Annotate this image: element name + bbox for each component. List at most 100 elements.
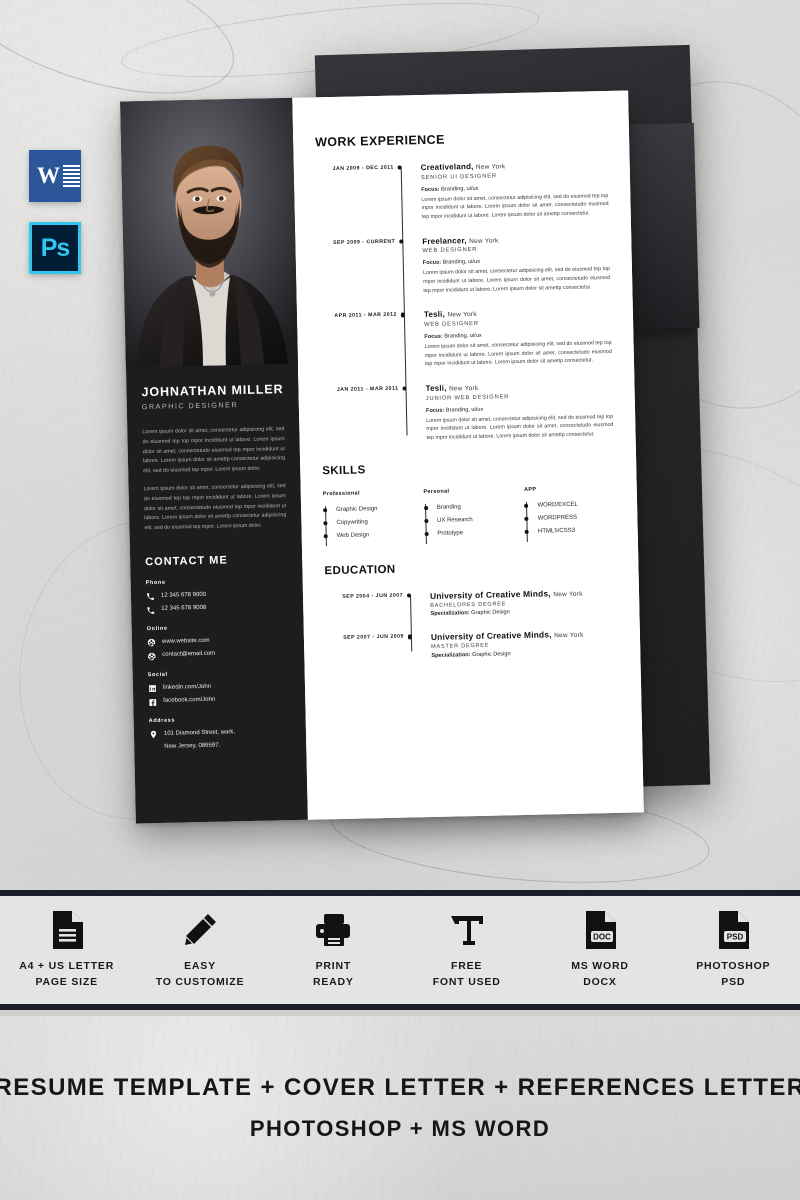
- work-position: WEB DESIGNER: [424, 320, 479, 328]
- work-org-name: Tesli,: [423, 309, 446, 320]
- focus-value: Branding, ui/ux: [442, 259, 481, 266]
- skill-dot: [524, 517, 529, 522]
- contact-group-social: Social linkedin.com/John facebook.com/Jo…: [148, 669, 291, 707]
- focus-label: Focus:: [424, 333, 443, 340]
- address-line-1: 101 Diamond Street, wark,: [163, 729, 236, 737]
- document-icon: [51, 910, 83, 950]
- contact-label: Online: [146, 625, 168, 633]
- focus-label: Focus:: [425, 407, 445, 414]
- work-date: JAN 2009 - DEC 2011: [332, 164, 394, 173]
- skill-label: HTML5/CSS3: [537, 528, 576, 535]
- education-degree: MASTER DEGREE: [431, 643, 490, 651]
- education-city: New York: [553, 590, 583, 599]
- work-position: JUNIOR WEB DESIGNER: [425, 393, 510, 402]
- skill-label: Prototype: [437, 530, 464, 538]
- profile-photo: [120, 97, 298, 368]
- skill-label: WORD/EXCEL: [537, 502, 578, 509]
- linkedin-icon: [149, 685, 156, 693]
- contact-title: CONTACT ME: [145, 554, 228, 569]
- work-focus: Focus: Branding, ui/ux: [421, 183, 608, 193]
- timeline-dot: [407, 634, 413, 639]
- work-body: Creativeland, New York SENIOR UI DESIGNE…: [421, 159, 609, 222]
- timeline-dot: [406, 593, 412, 598]
- skill-dot: [323, 521, 328, 526]
- address-row-2: New Jersey, 086597.: [149, 741, 291, 753]
- skill-label: Copywriting: [336, 519, 368, 527]
- contact-row[interactable]: www.website.com: [147, 635, 289, 648]
- skill-row: Prototype: [424, 526, 515, 541]
- contact-row[interactable]: linkedin.com/John: [148, 681, 290, 694]
- education-title: EDUCATION: [324, 563, 396, 578]
- skill-column: Personal Branding UX Research Prototype: [423, 487, 515, 541]
- ms-word-badge[interactable]: W: [29, 150, 81, 202]
- work-body: Tesli, New York WEB DESIGNER Focus: Bran…: [424, 306, 612, 369]
- focus-value: Branding, ui/ux: [444, 332, 482, 340]
- feature-text: EASY TO CUSTOMIZE: [155, 960, 245, 988]
- timeline-dot: [402, 386, 407, 391]
- sidebar-body: JOHNATHAN MILLER GRAPHIC DESIGNER Lorem …: [126, 364, 307, 764]
- resume-main: WORK EXPERIENCE JAN 2009 - DEC 2011 Crea…: [292, 90, 644, 820]
- contact-value: 12 345 678 9000: [160, 591, 207, 599]
- contact-row: 101 Diamond Street, wark,: [149, 727, 291, 740]
- work-org-name: Creativeland,: [420, 161, 474, 173]
- svg-text:PSD: PSD: [727, 933, 744, 942]
- work-date: APR 2011 - MAR 2012: [334, 312, 397, 320]
- feature-text: PRINT READY: [312, 960, 354, 988]
- feature-item: A4 + US LETTER PAGE SIZE: [0, 910, 133, 989]
- word-lines-icon: [63, 165, 80, 187]
- work-item: JAN 2011 - MAR 2011 Tesli, New York JUNI…: [320, 380, 614, 445]
- feature-item: EASY TO CUSTOMIZE: [133, 910, 266, 989]
- focus-value: Branding, ui/ux: [445, 406, 484, 414]
- education-specialization: Specialization: Graphic Design: [431, 649, 584, 659]
- mockup-stage: JOHNATHAN MILLER GRAPHIC DESIGNER Lorem …: [0, 0, 800, 1200]
- skill-dot: [524, 530, 530, 535]
- pencil-icon: [182, 910, 218, 950]
- pin-icon: [150, 731, 157, 739]
- skill-dot: [424, 532, 429, 537]
- education-org: University of Creative Minds, New York: [429, 587, 583, 601]
- work-body: Freelancer, New York WEB DESIGNER Focus:…: [422, 233, 610, 296]
- skills-grid: Professional Graphic Design Copywriting …: [323, 485, 616, 543]
- contact-value: 12 345 678 9008: [161, 605, 207, 613]
- feature-item: DOC MS WORD DOCX: [533, 910, 666, 989]
- focus-value: Branding, ui/ux: [441, 185, 479, 193]
- skill-column-head: Professional: [322, 490, 361, 498]
- contact-row[interactable]: 12 345 678 9000: [146, 589, 288, 602]
- facebook-icon: [149, 699, 157, 706]
- skill-list: WORD/EXCEL WORDPRESS HTML5/CSS3: [524, 498, 616, 539]
- contact-group-phone: Phone 12 345 678 9000 12 345 678 9008: [146, 577, 289, 615]
- globe-icon: [147, 639, 156, 647]
- candidate-name: JOHNATHAN MILLER: [141, 382, 284, 400]
- contact-row[interactable]: facebook.com/John: [148, 695, 290, 708]
- contact-group-address: Address 101 Diamond Street, wark, New Je…: [149, 715, 292, 752]
- photoshop-ps-letters: Ps: [40, 233, 71, 262]
- work-date: SEP 2009 - CURRENT: [332, 238, 396, 246]
- skill-column-head: APP: [524, 486, 537, 493]
- bottom-banner: RESUME TEMPLATE + COVER LETTER + REFEREN…: [0, 1016, 800, 1200]
- spec-label: Specialization:: [430, 610, 470, 618]
- resume-sidebar: JOHNATHAN MILLER GRAPHIC DESIGNER Lorem …: [120, 97, 308, 824]
- skill-label: Graphic Design: [336, 506, 378, 514]
- work-focus: Focus: Branding, ui/ux: [424, 330, 611, 340]
- work-description: Lorem ipsum dolor sit amet, consectetur …: [426, 413, 614, 442]
- photoshop-badge[interactable]: Ps: [29, 222, 81, 274]
- skill-row: HTML5/CSS3: [524, 524, 616, 539]
- contact-row[interactable]: contact@email.com: [147, 649, 289, 662]
- feature-item: FREE FONT USED: [400, 910, 533, 989]
- contact-value: facebook.com/John: [163, 697, 216, 705]
- feature-item: PRINT READY: [267, 910, 400, 989]
- work-description: Lorem ipsum dolor sit amet, consectetur …: [424, 339, 612, 368]
- work-item: SEP 2009 - CURRENT Freelancer, New York …: [317, 233, 610, 298]
- education-body: University of Creative Minds, New York M…: [431, 629, 584, 659]
- contact-row[interactable]: 12 345 678 9008: [146, 603, 288, 616]
- skill-dot: [423, 506, 428, 511]
- work-focus: Focus: Branding, ui/ux: [423, 256, 610, 266]
- education-org-name: University of Creative Minds,: [429, 588, 551, 601]
- work-city: New York: [448, 384, 479, 393]
- education-timeline: SEP 2004 - JUN 2007 University of Creati…: [325, 587, 618, 661]
- globe-icon: [148, 652, 156, 661]
- skill-column-head: Personal: [423, 488, 450, 495]
- work-body: Tesli, New York JUNIOR WEB DESIGNER Focu…: [425, 380, 613, 443]
- spec-value: Graphic Design: [472, 651, 511, 658]
- focus-label: Focus:: [421, 186, 440, 193]
